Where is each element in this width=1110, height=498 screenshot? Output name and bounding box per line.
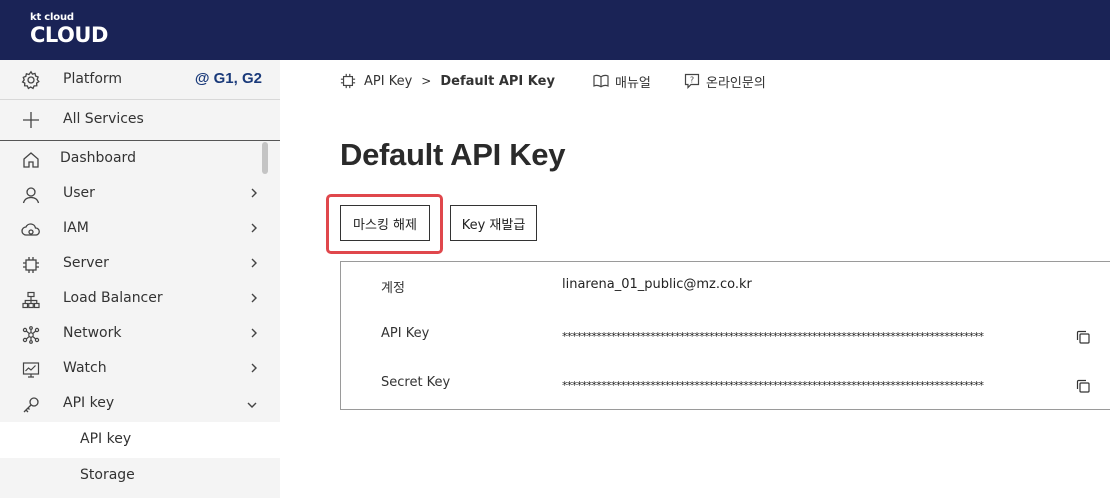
user-icon: [21, 185, 41, 205]
svg-text:?: ?: [690, 76, 694, 85]
plus-icon: [21, 110, 41, 130]
online-inquiry-link[interactable]: ? 온라인문의: [684, 71, 766, 91]
sidebar-item-user[interactable]: User: [0, 177, 280, 212]
sidebar-item-watch[interactable]: Watch: [0, 352, 280, 387]
sidebar-item-label: Watch: [63, 360, 107, 376]
sidebar-item-label: Load Balancer: [63, 290, 163, 306]
account-value: linarena_01_public@mz.co.kr: [562, 277, 752, 292]
network-tree-icon: [21, 290, 41, 310]
sidebar-platform[interactable]: Platform @ G1, G2: [0, 60, 280, 100]
region-badge[interactable]: @ G1, G2: [195, 70, 262, 87]
sidebar-subitem-label: Storage: [80, 467, 135, 483]
logo-small-text: kt cloud: [30, 12, 74, 23]
info-row-api-key: API Key ********************************…: [341, 326, 1110, 346]
info-label: API Key: [381, 326, 430, 341]
sidebar-item-label: IAM: [63, 220, 89, 236]
sidebar-item-label: API key: [63, 395, 115, 411]
chevron-right-icon: [250, 257, 258, 272]
chip-icon: [21, 255, 41, 275]
chevron-right-icon: [250, 292, 258, 307]
chevron-right-icon: [250, 327, 258, 342]
sidebar-item-network[interactable]: Network: [0, 317, 280, 352]
sidebar-item-load-balancer[interactable]: Load Balancer: [0, 282, 280, 317]
inquiry-label: 온라인문의: [706, 75, 766, 91]
info-label: 계정: [381, 281, 405, 296]
question-chat-icon: ?: [684, 73, 700, 89]
sidebar-item-iam[interactable]: IAM: [0, 212, 280, 247]
copy-icon[interactable]: [1076, 378, 1092, 394]
network-nodes-icon: [21, 325, 41, 345]
top-header: kt cloud CLOUD: [0, 0, 1110, 60]
chevron-right-icon: [250, 187, 258, 202]
sidebar-item-label: User: [63, 185, 95, 201]
cloud-icon: [21, 220, 41, 240]
logo-big-text: CLOUD: [30, 23, 108, 47]
sidebar-item-server[interactable]: Server: [0, 247, 280, 282]
sidebar-item-dashboard[interactable]: Dashboard: [0, 142, 280, 177]
monitor-chart-icon: [21, 360, 41, 380]
sidebar-item-label: Network: [63, 325, 122, 341]
chevron-right-icon: [250, 362, 258, 377]
key-icon: [21, 395, 41, 415]
sidebar-scrollbar[interactable]: [262, 142, 268, 174]
unmask-button[interactable]: 마스킹 해제: [340, 205, 430, 241]
reissue-key-button[interactable]: Key 재발급: [450, 205, 537, 241]
api-key-value: ****************************************…: [562, 330, 984, 343]
info-row-secret-key: Secret Key *****************************…: [341, 375, 1110, 395]
platform-label: Platform: [63, 71, 123, 87]
info-label: Secret Key: [381, 375, 451, 390]
sidebar: Platform @ G1, G2 All Services Dashboard…: [0, 60, 280, 498]
sidebar-item-label: Dashboard: [60, 150, 136, 166]
kt-cloud-logo[interactable]: kt cloud CLOUD: [30, 12, 108, 48]
sidebar-subitem-api-key[interactable]: API key: [0, 422, 280, 458]
sidebar-subitem-storage[interactable]: Storage: [0, 458, 280, 494]
sidebar-item-api-key[interactable]: API key: [0, 387, 280, 422]
chevron-right-icon: [250, 222, 258, 237]
sidebar-item-label: Server: [63, 255, 109, 271]
breadcrumb-separator: >: [421, 74, 432, 88]
book-icon: [593, 73, 609, 89]
sidebar-all-services[interactable]: All Services: [0, 100, 280, 141]
manual-link[interactable]: 매뉴얼: [593, 71, 651, 91]
page-title: Default API Key: [340, 137, 566, 172]
chip-icon: [340, 73, 356, 89]
info-row-account: 계정 linarena_01_public@mz.co.kr: [341, 277, 1110, 297]
home-icon: [21, 150, 41, 170]
sidebar-subitem-label: API key: [80, 431, 132, 447]
chevron-down-icon: [246, 398, 258, 412]
breadcrumb: API Key > Default API Key: [340, 71, 555, 91]
breadcrumb-parent[interactable]: API Key: [364, 74, 412, 89]
api-key-info-panel: 계정 linarena_01_public@mz.co.kr API Key *…: [340, 261, 1110, 410]
gear-icon: [21, 70, 41, 90]
copy-icon[interactable]: [1076, 329, 1092, 345]
manual-label: 매뉴얼: [615, 75, 651, 91]
all-services-label: All Services: [63, 111, 144, 127]
breadcrumb-current: Default API Key: [440, 73, 555, 89]
secret-key-value: ****************************************…: [562, 379, 984, 392]
